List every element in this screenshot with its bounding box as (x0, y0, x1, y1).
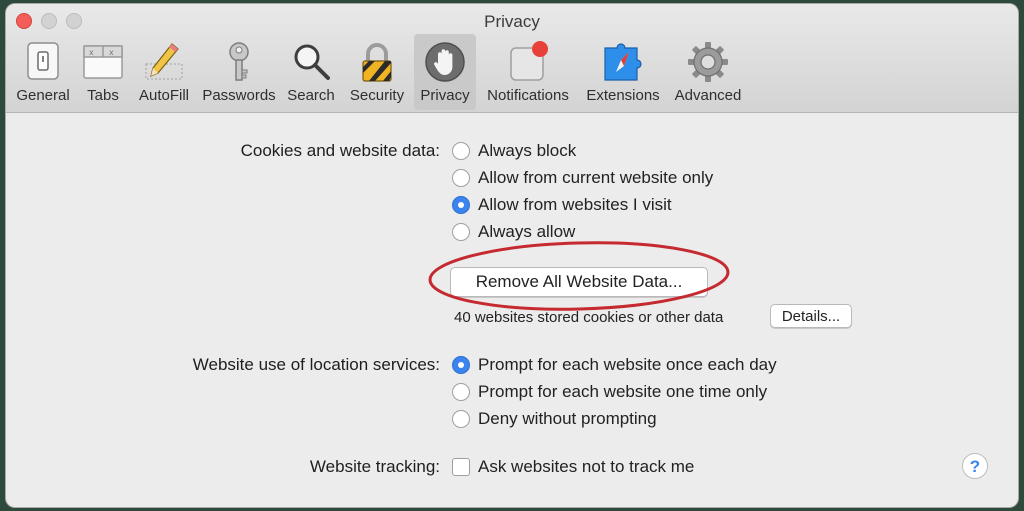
location-option-deny[interactable]: Deny without prompting (452, 409, 657, 429)
privacy-pane: Cookies and website data: Always block A… (6, 113, 1018, 507)
radio-button[interactable] (452, 223, 470, 241)
cookies-label: Cookies and website data: (240, 141, 440, 160)
remove-all-website-data-button[interactable]: Remove All Website Data... (450, 267, 708, 297)
details-button[interactable]: Details... (770, 304, 852, 328)
tab-label: Advanced (674, 87, 742, 104)
radio-button-selected[interactable] (452, 356, 470, 374)
website-tracking-label: Website tracking: (309, 457, 440, 476)
tabs-icon: x x (83, 45, 123, 79)
radio-button-selected[interactable] (452, 196, 470, 214)
cookies-option-always-allow[interactable]: Always allow (452, 222, 575, 242)
magnifier-icon (294, 44, 330, 80)
window-title: Privacy (484, 12, 540, 31)
stored-data-info: 40 websites stored cookies or other data (454, 309, 724, 326)
key-icon (229, 42, 249, 81)
preferences-toolbar: General x x Tabs AutoFill Passwords Sear… (6, 34, 1018, 110)
tab-privacy[interactable]: Privacy (414, 34, 476, 110)
switch-icon (27, 42, 59, 80)
location-option-once-each-day[interactable]: Prompt for each website once each day (452, 355, 777, 375)
hand-icon (425, 42, 465, 82)
notification-badge-icon (510, 41, 548, 81)
checkbox-label: Ask websites not to track me (478, 457, 695, 476)
tab-notifications[interactable]: Notifications (480, 34, 576, 110)
tab-advanced[interactable]: Advanced (670, 34, 746, 110)
tab-passwords[interactable]: Passwords (200, 34, 278, 110)
tab-search[interactable]: Search (282, 34, 340, 110)
radio-label: Allow from current website only (478, 168, 714, 187)
tab-security[interactable]: Security (344, 34, 410, 110)
tab-label: Security (349, 87, 405, 104)
padlock-icon (362, 43, 392, 82)
cookies-option-always-block[interactable]: Always block (452, 141, 576, 161)
pencil-icon (145, 43, 183, 80)
tab-label: Notifications (487, 87, 569, 104)
radio-label: Always allow (478, 222, 576, 241)
tab-general[interactable]: General (12, 34, 74, 110)
svg-text:x: x (89, 48, 94, 57)
gear-icon (688, 42, 728, 82)
radio-label: Deny without prompting (478, 409, 657, 428)
cookies-option-websites-i-visit[interactable]: Allow from websites I visit (452, 195, 672, 215)
radio-button[interactable] (452, 142, 470, 160)
tab-extensions[interactable]: Extensions (582, 34, 664, 110)
tab-label: AutoFill (138, 87, 190, 104)
radio-button[interactable] (452, 383, 470, 401)
preferences-window: Privacy General x x Tabs AutoFill Passwo… (6, 4, 1018, 507)
puzzle-compass-icon (604, 43, 642, 81)
radio-label: Allow from websites I visit (478, 195, 672, 214)
tab-label: Passwords (202, 87, 276, 104)
help-button[interactable]: ? (962, 453, 988, 479)
cookies-option-current-website[interactable]: Allow from current website only (452, 168, 713, 188)
do-not-track-checkbox[interactable] (452, 458, 470, 476)
svg-text:x: x (109, 48, 114, 57)
location-option-one-time-only[interactable]: Prompt for each website one time only (452, 382, 767, 402)
title-bar: Privacy General x x Tabs AutoFill Passwo… (6, 4, 1018, 113)
tab-autofill[interactable]: AutoFill (132, 34, 196, 110)
radio-label: Prompt for each website one time only (478, 382, 768, 401)
tab-label: Tabs (87, 87, 119, 104)
tab-label: Search (287, 87, 335, 104)
tab-label: Extensions (586, 87, 660, 104)
location-services-label: Website use of location services: (192, 355, 440, 374)
tab-label: General (16, 87, 70, 104)
radio-button[interactable] (452, 169, 470, 187)
radio-label: Prompt for each website once each day (478, 355, 777, 374)
tab-tabs[interactable]: x x Tabs (78, 34, 128, 110)
radio-label: Always block (478, 141, 577, 160)
radio-button[interactable] (452, 410, 470, 428)
tab-label: Privacy (420, 87, 470, 104)
do-not-track-checkbox-row[interactable]: Ask websites not to track me (452, 457, 694, 477)
